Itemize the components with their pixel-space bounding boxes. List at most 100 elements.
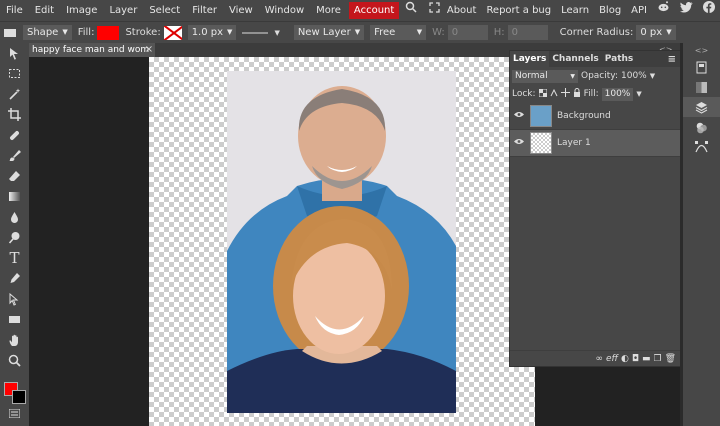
- height-label: H:: [493, 27, 505, 38]
- layer-name: Background: [557, 111, 611, 121]
- new-layer-icon[interactable]: ❐: [653, 354, 661, 364]
- constraint-dropdown[interactable]: Free ▼: [370, 25, 427, 40]
- chevron-down-icon[interactable]: ▼: [650, 72, 655, 80]
- menu-file[interactable]: File: [0, 0, 29, 21]
- panel-tabs: Layers Channels Paths ≡: [510, 51, 680, 67]
- chevron-down-icon: ▼: [274, 28, 280, 37]
- collapse-arrows-icon[interactable]: <>: [683, 43, 720, 57]
- brush-tool-icon[interactable]: [0, 146, 29, 167]
- healing-tool-icon[interactable]: [0, 125, 29, 146]
- history-icon[interactable]: [683, 57, 720, 77]
- link-layers-icon[interactable]: ∞: [595, 354, 603, 364]
- right-panel-bar: <>: [683, 43, 720, 426]
- menu-layer[interactable]: Layer: [103, 0, 143, 21]
- stroke-width-dropdown[interactable]: 1.0 px ▼: [187, 25, 237, 40]
- channels-icon[interactable]: [683, 117, 720, 137]
- line-style-icon: [242, 32, 269, 33]
- twitter-icon[interactable]: [675, 0, 698, 21]
- layer-name: Layer 1: [557, 138, 591, 148]
- menu-select[interactable]: Select: [143, 0, 186, 21]
- paths-icon[interactable]: [683, 137, 720, 157]
- visibility-eye-icon[interactable]: [510, 111, 528, 121]
- pen-tool-icon[interactable]: [0, 269, 29, 290]
- layer-row-background[interactable]: Background: [510, 103, 680, 130]
- magic-wand-icon[interactable]: [0, 84, 29, 105]
- tools-menu-icon[interactable]: [0, 403, 29, 424]
- tab-channels[interactable]: Channels: [549, 51, 601, 67]
- rectangle-shape-icon[interactable]: [0, 310, 29, 331]
- layers-icon[interactable]: [683, 97, 720, 117]
- marquee-tool-icon[interactable]: [0, 64, 29, 85]
- layer-effects-icon[interactable]: eff: [606, 354, 618, 364]
- reddit-icon[interactable]: [652, 0, 675, 21]
- chevron-down-icon: ▼: [354, 28, 361, 36]
- account-button[interactable]: Account: [348, 2, 400, 19]
- text-tool-icon[interactable]: T: [0, 248, 29, 269]
- api-link[interactable]: API: [626, 0, 652, 21]
- move-tool-icon[interactable]: [0, 43, 29, 64]
- stroke-color-swatch[interactable]: [163, 25, 182, 40]
- canvas-photo[interactable]: [227, 71, 456, 413]
- about-link[interactable]: About: [442, 0, 482, 21]
- blend-mode-dropdown[interactable]: Normal ▼: [512, 69, 578, 83]
- new-group-icon[interactable]: ▬: [642, 354, 651, 364]
- opacity-label: Opacity:: [581, 71, 618, 81]
- menu-more[interactable]: More: [310, 0, 347, 21]
- corner-radius-input[interactable]: 0 px ▼: [636, 25, 676, 40]
- stroke-style-dropdown[interactable]: ▼: [239, 22, 282, 44]
- search-icon[interactable]: [399, 0, 423, 21]
- layer-row-layer-1[interactable]: Layer 1: [510, 130, 680, 157]
- chevron-down-icon[interactable]: ▼: [636, 90, 641, 98]
- lock-all-icon[interactable]: [573, 88, 581, 100]
- adjustment-layer-icon[interactable]: ◐: [621, 354, 629, 364]
- chevron-down-icon: ▼: [416, 28, 423, 36]
- color-swatches[interactable]: [4, 382, 26, 404]
- chevron-down-icon: ▼: [666, 28, 672, 36]
- menu-edit[interactable]: Edit: [29, 0, 60, 21]
- tab-layers[interactable]: Layers: [510, 51, 550, 67]
- swatches-icon[interactable]: [683, 77, 720, 97]
- menu-image[interactable]: Image: [60, 0, 103, 21]
- panel-menu-icon[interactable]: ≡: [668, 54, 680, 65]
- shape-tool-indicator[interactable]: [0, 22, 20, 44]
- shape-mode-dropdown[interactable]: Shape ▼: [23, 25, 72, 40]
- tab-paths[interactable]: Paths: [602, 51, 637, 67]
- fill-value[interactable]: 100%: [601, 87, 634, 101]
- fill-label: Fill:: [583, 89, 599, 99]
- fill-color-swatch[interactable]: [97, 25, 120, 40]
- blog-link[interactable]: Blog: [594, 0, 626, 21]
- layer-thumbnail: [530, 105, 552, 127]
- dodge-tool-icon[interactable]: [0, 228, 29, 249]
- menu-view[interactable]: View: [223, 0, 259, 21]
- eraser-tool-icon[interactable]: [0, 166, 29, 187]
- lock-transparency-icon[interactable]: [538, 88, 548, 100]
- height-input[interactable]: 0: [507, 25, 548, 40]
- chevron-down-icon: ▼: [62, 28, 68, 36]
- zoom-tool-icon[interactable]: [0, 351, 29, 372]
- layer-mask-icon[interactable]: ◘: [632, 354, 639, 364]
- gradient-tool-icon[interactable]: [0, 187, 29, 208]
- width-input[interactable]: 0: [447, 25, 488, 40]
- menu-window[interactable]: Window: [259, 0, 310, 21]
- report-bug-link[interactable]: Report a bug: [481, 0, 556, 21]
- visibility-eye-icon[interactable]: [510, 138, 528, 148]
- close-tab-icon[interactable]: ×: [143, 43, 155, 57]
- document-tab[interactable]: happy face man and wom: [29, 43, 155, 57]
- learn-link[interactable]: Learn: [556, 0, 594, 21]
- chevron-down-icon: ▼: [227, 28, 233, 36]
- facebook-icon[interactable]: [698, 0, 720, 21]
- layers-panel: Layers Channels Paths ≡ Normal ▼ Opacity:…: [509, 50, 681, 367]
- delete-layer-icon[interactable]: 🗑: [665, 354, 676, 364]
- layers-footer: ∞ eff ◐ ◘ ▬ ❐ 🗑: [510, 350, 680, 366]
- lock-pixels-icon[interactable]: [550, 88, 558, 100]
- crop-tool-icon[interactable]: [0, 105, 29, 126]
- opacity-value[interactable]: 100%: [621, 71, 647, 81]
- path-select-icon[interactable]: [0, 289, 29, 310]
- lock-position-icon[interactable]: [560, 88, 570, 100]
- layer-mode-dropdown[interactable]: New Layer ▼: [293, 25, 365, 40]
- blur-tool-icon[interactable]: [0, 207, 29, 228]
- stroke-label: Stroke:: [125, 27, 161, 38]
- hand-tool-icon[interactable]: [0, 330, 29, 351]
- menu-filter[interactable]: Filter: [186, 0, 223, 21]
- background-color[interactable]: [12, 390, 26, 404]
